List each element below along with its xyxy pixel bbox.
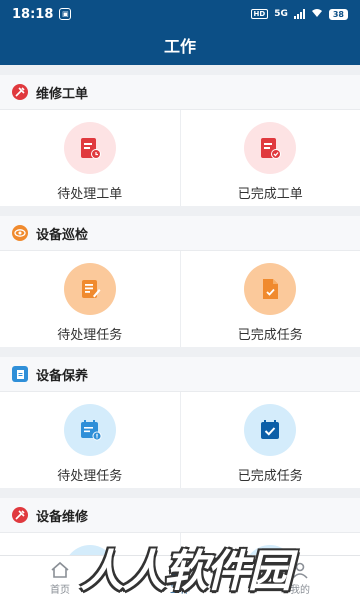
battery-indicator: 38 — [328, 8, 348, 20]
section-repair-orders: 维修工单 待处理工单 已完成工单 — [0, 75, 360, 206]
section-maintenance: 设备保养 待处理任务 已完成任务 — [0, 357, 360, 488]
cell-label: 待处理任务 — [57, 469, 123, 484]
calendar-check-icon — [244, 404, 297, 456]
user-icon — [292, 562, 308, 579]
home-icon — [51, 561, 69, 578]
completed-order-icon — [244, 122, 297, 174]
notification-icon: ▣ — [59, 8, 72, 20]
section-header: 维修工单 — [0, 75, 360, 110]
pending-order-icon — [63, 122, 116, 174]
tab-label: 首页 — [50, 584, 70, 596]
status-right: HD 5G 38 — [250, 8, 348, 21]
watermark: 人人软件园 — [80, 546, 292, 597]
calendar-pending-icon — [63, 404, 116, 456]
signal-icon — [293, 9, 305, 19]
main-content: 维修工单 待处理工单 已完成工单 设备巡检 待处理任务 已完成任务 设备保养 待… — [0, 65, 360, 555]
pending-orders-button[interactable]: 待处理工单 — [0, 110, 180, 206]
cell-label: 待处理任务 — [57, 328, 123, 343]
section-header: 设备保养 — [0, 357, 360, 392]
network-label: 5G — [274, 9, 288, 19]
eye-icon — [12, 225, 28, 241]
pending-inspection-button[interactable]: 待处理任务 — [0, 251, 180, 347]
wifi-icon — [311, 8, 323, 21]
cell-label: 已完成任务 — [237, 469, 303, 484]
completed-inspection-button[interactable]: 已完成任务 — [179, 251, 360, 347]
hd-icon: HD — [250, 9, 269, 19]
wrench-hammer-icon — [12, 84, 28, 100]
completed-orders-button[interactable]: 已完成工单 — [179, 110, 360, 206]
section-header: 设备巡检 — [0, 216, 360, 251]
wrench-hammer-icon — [12, 507, 28, 523]
section-title: 设备保养 — [36, 368, 89, 384]
cell-label: 已完成任务 — [237, 328, 303, 343]
pending-task-icon — [63, 263, 116, 315]
section-header: 设备维修 — [0, 498, 360, 533]
document-icon — [12, 366, 28, 382]
section-title: 设备巡检 — [36, 227, 89, 243]
tab-label: 我的 — [290, 584, 310, 596]
section-inspection: 设备巡检 待处理任务 已完成任务 — [0, 216, 360, 347]
status-time: 18:18 — [12, 6, 54, 22]
completed-maintenance-button[interactable]: 已完成任务 — [179, 392, 360, 488]
status-bar: 18:18 ▣ HD 5G 38 — [0, 0, 360, 28]
cell-label: 已完成工单 — [237, 187, 303, 202]
section-title: 维修工单 — [36, 86, 89, 102]
completed-task-icon — [244, 263, 297, 315]
page-title: 工作 — [0, 28, 360, 65]
pending-maintenance-button[interactable]: 待处理任务 — [0, 392, 180, 488]
section-title: 设备维修 — [36, 509, 89, 525]
cell-label: 待处理工单 — [57, 187, 123, 202]
